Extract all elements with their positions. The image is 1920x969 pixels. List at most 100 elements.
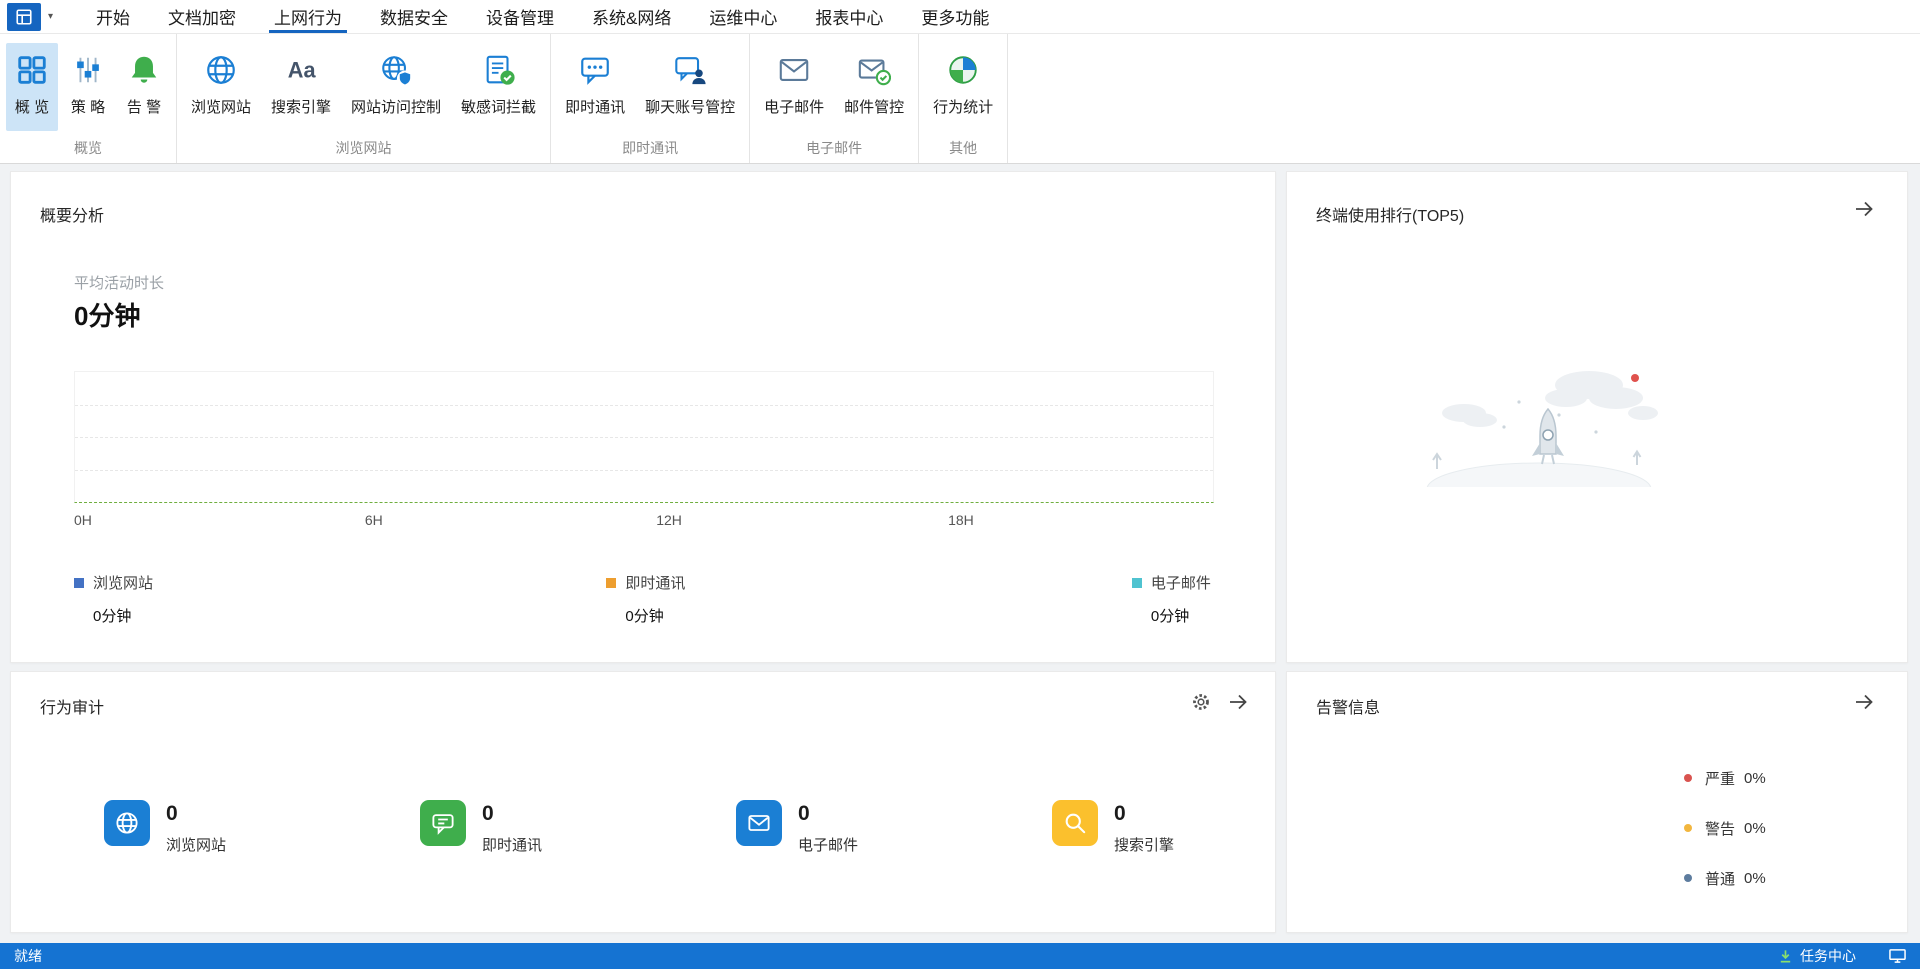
panel-title: 终端使用排行(TOP5)	[1316, 202, 1464, 226]
gear-icon[interactable]	[1191, 692, 1211, 712]
stat-email[interactable]: 0 电子邮件	[736, 800, 959, 855]
avg-activity-label: 平均活动时长	[74, 272, 164, 293]
ribbon-toolbar: 概 览 策 略 告 警 概览 浏览网站	[0, 34, 1920, 164]
legend-marker	[1132, 578, 1142, 588]
severity-label: 严重	[1705, 768, 1735, 789]
ribbon-group-label: 电子邮件	[756, 132, 912, 163]
ribbon-btn-browse-web[interactable]: 浏览网站	[183, 43, 259, 131]
overview-grid-icon	[14, 52, 50, 88]
tab-ops-center[interactable]: 运维中心	[690, 0, 796, 33]
legend-label: 浏览网站	[93, 572, 153, 593]
chat-person-icon	[672, 52, 708, 88]
audit-stats-row: 0 浏览网站 0 即时通讯 0 电子邮件	[11, 800, 1275, 855]
ribbon-btn-policy[interactable]: 策 略	[62, 43, 114, 131]
terminal-top5-panel: 终端使用排行(TOP5)	[1286, 171, 1908, 663]
ribbon-btn-label: 告 警	[127, 96, 161, 117]
tab-more-functions[interactable]: 更多功能	[902, 0, 1008, 33]
x-tick: 0H	[74, 512, 92, 528]
ribbon-group-other: 行为统计 其他	[919, 34, 1008, 163]
chart-gridline	[75, 437, 1213, 438]
stat-im[interactable]: 0 即时通讯	[420, 800, 643, 855]
legend-item: 即时通讯 0分钟	[606, 572, 685, 626]
tab-start[interactable]: 开始	[77, 0, 149, 33]
status-ready-label: 就绪	[14, 946, 42, 966]
ribbon-group-label: 即时通讯	[557, 132, 743, 163]
severity-value: 0%	[1744, 820, 1766, 837]
panel-title: 行为审计	[40, 694, 104, 718]
ribbon-group-browse-web: 浏览网站 Aa 搜索引擎 网站访问控制 敏感词拦截 浏览网站	[177, 34, 551, 163]
ribbon-btn-email[interactable]: 电子邮件	[756, 43, 832, 131]
severity-dot	[1684, 874, 1692, 882]
stat-label: 即时通讯	[482, 834, 542, 855]
severity-value: 0%	[1744, 870, 1766, 887]
severity-label: 警告	[1705, 818, 1735, 839]
chevron-down-icon: ▾	[48, 11, 53, 22]
ribbon-btn-label: 邮件管控	[844, 96, 904, 117]
alert-severity-list: 严重 0% 警告 0% 普通 0%	[1684, 768, 1766, 918]
tab-internet-behavior[interactable]: 上网行为	[255, 0, 361, 33]
tab-device-management[interactable]: 设备管理	[467, 0, 573, 33]
ribbon-btn-label: 浏览网站	[191, 96, 251, 117]
legend-value: 0分钟	[625, 605, 685, 626]
app-menu-button[interactable]: ▾	[0, 0, 63, 33]
ribbon-btn-im[interactable]: 即时通讯	[557, 43, 633, 131]
sliders-icon	[70, 52, 106, 88]
download-icon[interactable]	[1778, 949, 1793, 964]
ribbon-group-label: 概览	[6, 132, 170, 163]
ribbon-group-label: 浏览网站	[183, 132, 544, 163]
ribbon-btn-alert[interactable]: 告 警	[118, 43, 170, 131]
ribbon-btn-web-access-control[interactable]: 网站访问控制	[343, 43, 449, 131]
ribbon-btn-label: 敏感词拦截	[461, 96, 536, 117]
legend-marker	[74, 578, 84, 588]
ribbon-group-overview: 概 览 策 略 告 警 概览	[0, 34, 177, 163]
chat-bubble-icon	[420, 800, 466, 846]
stat-browse-web[interactable]: 0 浏览网站	[104, 800, 327, 855]
stat-value: 0	[482, 803, 542, 824]
tab-system-network[interactable]: 系统&网络	[573, 0, 690, 33]
legend-item: 电子邮件 0分钟	[1132, 572, 1211, 626]
empty-state-illustration	[1409, 357, 1669, 487]
stat-search-engine[interactable]: 0 搜索引擎	[1052, 800, 1275, 855]
tab-doc-encryption[interactable]: 文档加密	[149, 0, 255, 33]
chart-legend: 浏览网站 0分钟 即时通讯 0分钟 电子邮件 0分钟	[74, 572, 1214, 642]
ribbon-btn-behavior-stats[interactable]: 行为统计	[925, 43, 1001, 131]
ribbon-btn-label: 概 览	[15, 96, 49, 117]
arrow-right-icon[interactable]	[1227, 691, 1249, 713]
stat-value: 0	[166, 803, 226, 824]
avg-activity-value: 0分钟	[74, 296, 140, 333]
arrow-right-icon[interactable]	[1853, 691, 1875, 713]
alert-info-panel: 告警信息 严重 0% 警告 0% 普通 0%	[1286, 671, 1908, 933]
magnifier-icon	[1052, 800, 1098, 846]
legend-marker	[606, 578, 616, 588]
envelope-icon	[736, 800, 782, 846]
envelope-check-icon	[856, 52, 892, 88]
ribbon-btn-chat-account-control[interactable]: 聊天账号管控	[637, 43, 743, 131]
ribbon-btn-label: 策 略	[71, 96, 105, 117]
ribbon-btn-mail-control[interactable]: 邮件管控	[836, 43, 912, 131]
chart-gridline	[75, 470, 1213, 471]
arrow-right-icon[interactable]	[1853, 198, 1875, 220]
monitor-icon[interactable]	[1889, 948, 1906, 964]
panel-title: 告警信息	[1316, 694, 1380, 718]
menu-tabs: 开始 文档加密 上网行为 数据安全 设备管理 系统&网络 运维中心 报表中心 更…	[77, 0, 1008, 33]
status-bar: 就绪 任务中心	[0, 943, 1920, 969]
chart-gridline	[75, 405, 1213, 406]
activity-line-chart	[74, 371, 1214, 503]
stat-label: 电子邮件	[798, 834, 858, 855]
globe-stats-icon	[945, 52, 981, 88]
task-center-label[interactable]: 任务中心	[1800, 946, 1856, 966]
svg-text:Aa: Aa	[288, 58, 317, 83]
legend-item: 浏览网站 0分钟	[74, 572, 153, 626]
tab-report-center[interactable]: 报表中心	[796, 0, 902, 33]
tab-data-security[interactable]: 数据安全	[361, 0, 467, 33]
ribbon-btn-label: 聊天账号管控	[645, 96, 735, 117]
ribbon-btn-sensitive-word-block[interactable]: 敏感词拦截	[453, 43, 544, 131]
x-tick: 18H	[948, 512, 974, 528]
globe-icon	[104, 800, 150, 846]
legend-value: 0分钟	[93, 605, 153, 626]
ribbon-btn-search-engine[interactable]: Aa 搜索引擎	[263, 43, 339, 131]
globe-icon	[203, 52, 239, 88]
ribbon-btn-overview[interactable]: 概 览	[6, 43, 58, 131]
x-tick: 6H	[365, 512, 383, 528]
ribbon-btn-label: 即时通讯	[565, 96, 625, 117]
